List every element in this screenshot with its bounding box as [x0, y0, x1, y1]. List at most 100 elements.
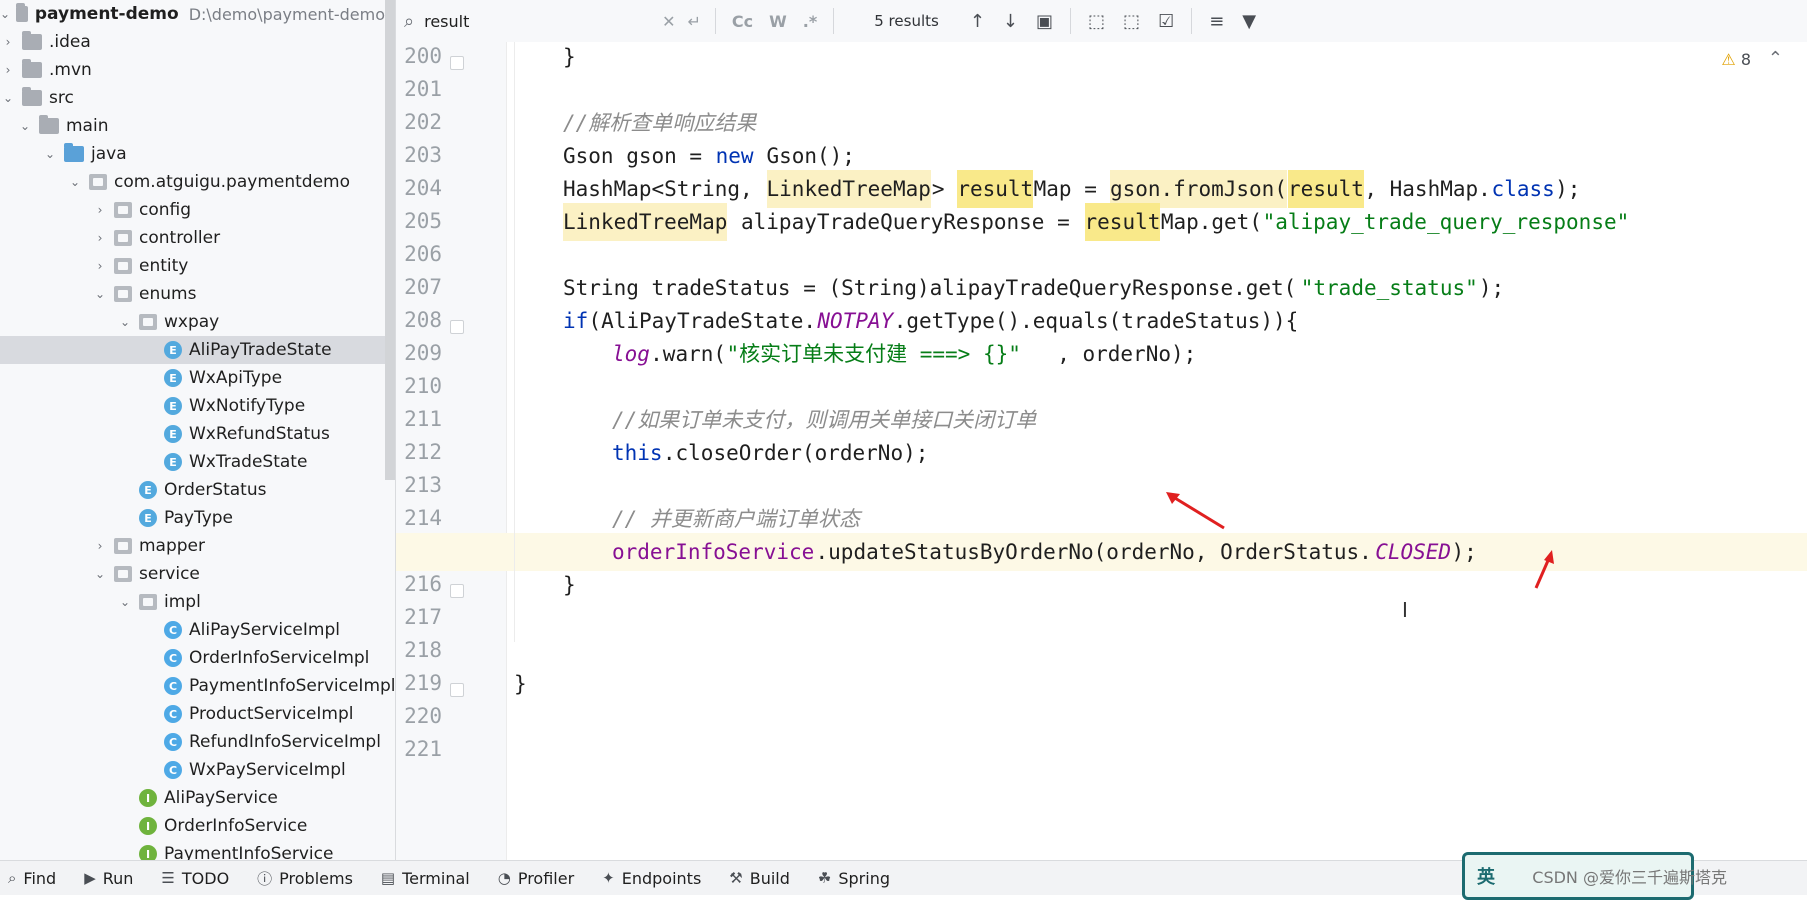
warning-icon: ⚠: [1721, 50, 1736, 69]
new-line-icon[interactable]: ↵: [688, 12, 701, 31]
chevron-down-icon[interactable]: ⌄: [0, 7, 10, 21]
tree-item[interactable]: C AliPayServiceImpl: [0, 616, 395, 644]
tree-item[interactable]: › .mvn: [0, 56, 385, 84]
tree-item[interactable]: › mapper: [0, 532, 395, 560]
build-icon: ⚒: [729, 869, 743, 887]
toolwindow-label: Spring: [838, 868, 890, 888]
toolwindow-todo[interactable]: ☰ TODO: [161, 869, 229, 888]
toolwindow-build[interactable]: ⚒ Build: [729, 869, 790, 888]
chevron-down-icon[interactable]: ⌄: [92, 287, 108, 301]
tree-item[interactable]: C WxPayServiceImpl: [0, 756, 395, 784]
tree-item[interactable]: E AliPayTradeState: [0, 336, 395, 364]
package-icon: [114, 202, 132, 218]
chevron-down-icon[interactable]: ⌄: [117, 315, 133, 329]
chevron-right-icon[interactable]: ›: [92, 259, 108, 273]
clear-icon[interactable]: ✕: [662, 12, 675, 31]
annotation-arrow-icon: [1166, 492, 1225, 530]
tree-item-label: entity: [139, 256, 189, 276]
class-icon: C: [164, 733, 182, 751]
toolwindow-problems[interactable]: ⓘ Problems: [257, 868, 353, 889]
tree-item-label: WxPayServiceImpl: [189, 760, 346, 780]
project-root[interactable]: ⌄ payment-demo D:\demo\payment-demo: [0, 0, 385, 28]
chevron-down-icon[interactable]: ⌄: [17, 119, 33, 133]
tree-item[interactable]: E OrderStatus: [0, 476, 395, 504]
tree-item[interactable]: C OrderInfoServiceImpl: [0, 644, 395, 672]
search-icon[interactable]: ⌕: [404, 11, 414, 32]
tree-item[interactable]: I AliPayService: [0, 784, 395, 812]
project-path: D:\demo\payment-demo: [188, 4, 385, 24]
class-icon: C: [164, 677, 182, 695]
chevron-up-icon[interactable]: ⌃: [1768, 48, 1783, 69]
chevron-down-icon[interactable]: ⌄: [67, 175, 83, 189]
search-input[interactable]: [422, 6, 657, 36]
terminal-icon: ▤: [380, 869, 396, 887]
next-occurrence-icon[interactable]: ↓: [1003, 11, 1018, 32]
tree-item[interactable]: ⌄ java: [0, 140, 395, 168]
tree-item[interactable]: E WxApiType: [0, 364, 395, 392]
tree-item[interactable]: ⌄ wxpay: [0, 308, 395, 336]
ime-label: 英: [1477, 867, 1495, 888]
tree-item[interactable]: ⌄ enums: [0, 280, 395, 308]
toolwindow-label: Run: [102, 868, 134, 888]
tree-item[interactable]: C RefundInfoServiceImpl: [0, 728, 395, 756]
chevron-down-icon[interactable]: ⌄: [92, 567, 108, 581]
tree-item[interactable]: ⌄ service: [0, 560, 395, 588]
add-selection-icon[interactable]: ⬚: [1088, 11, 1105, 32]
chevron-down-icon[interactable]: ⌄: [117, 595, 133, 609]
tree-item[interactable]: ⌄ main: [0, 112, 395, 140]
code-editor[interactable]: 200 201 202 203 204 205 206 207 208 209 210 211 212 2…: [396, 42, 1807, 860]
toolwindow-run[interactable]: ▶ Run: [84, 869, 133, 888]
tree-item-label: WxTradeState: [189, 452, 308, 472]
tree-item[interactable]: › config: [0, 196, 395, 224]
tree-item[interactable]: › .idea: [0, 28, 385, 56]
tree-item-label: AliPayTradeState: [189, 340, 332, 360]
code-line[interactable]: [396, 731, 1807, 769]
chevron-right-icon[interactable]: ›: [92, 539, 108, 553]
folder-icon: [16, 3, 28, 22]
tree-item[interactable]: ⌄ src: [0, 84, 385, 112]
tree-item[interactable]: E WxRefundStatus: [0, 420, 395, 448]
filter-lines-icon[interactable]: ≡: [1209, 11, 1224, 32]
remove-selection-icon[interactable]: ⬚: [1123, 11, 1140, 32]
tree-item[interactable]: E WxTradeState: [0, 448, 395, 476]
tree-item[interactable]: I PaymentInfoService: [0, 840, 395, 860]
select-all-icon[interactable]: ☑: [1158, 11, 1174, 32]
tree-item-label: WxRefundStatus: [189, 424, 330, 444]
tree-item[interactable]: › controller: [0, 224, 395, 252]
tree-item[interactable]: E WxNotifyType: [0, 392, 395, 420]
tree-item[interactable]: E PayType: [0, 504, 395, 532]
sidebar-scrollbar[interactable]: [385, 0, 395, 480]
chevron-right-icon[interactable]: ›: [0, 63, 16, 77]
tree-item-label: enums: [139, 284, 197, 304]
tree-item[interactable]: I OrderInfoService: [0, 812, 395, 840]
open-in-window-icon[interactable]: ▣: [1036, 11, 1053, 32]
chevron-right-icon[interactable]: ›: [92, 231, 108, 245]
tree-item[interactable]: ⌄ impl: [0, 588, 395, 616]
tree-item[interactable]: ⌄ com.atguigu.paymentdemo: [0, 168, 395, 196]
match-case-toggle[interactable]: Cc: [732, 12, 753, 31]
tree-item[interactable]: C ProductServiceImpl: [0, 700, 395, 728]
chevron-down-icon[interactable]: ⌄: [42, 147, 58, 161]
enum-icon: E: [139, 509, 157, 527]
enum-icon: E: [164, 425, 182, 443]
toolwindow-profiler[interactable]: ◔ Profiler: [498, 869, 574, 888]
prev-occurrence-icon[interactable]: ↑: [970, 11, 985, 32]
package-icon: [114, 538, 132, 554]
toolwindow-find[interactable]: ⌕ Find: [8, 869, 56, 888]
warnings-indicator[interactable]: ⚠ 8: [1721, 50, 1751, 69]
tree-item[interactable]: › entity: [0, 252, 395, 280]
annotation-arrow-icon: [1534, 550, 1554, 589]
tree-item-label: .idea: [49, 32, 91, 52]
chevron-down-icon[interactable]: ⌄: [0, 91, 16, 105]
toolwindow-spring[interactable]: ☘ Spring: [818, 869, 890, 888]
regex-toggle[interactable]: .*: [803, 12, 817, 31]
toolwindow-terminal[interactable]: ▤ Terminal: [381, 869, 470, 888]
words-toggle[interactable]: W: [769, 12, 787, 31]
tree-item[interactable]: C PaymentInfoServiceImpl: [0, 672, 395, 700]
interface-icon: I: [139, 817, 157, 835]
chevron-right-icon[interactable]: ›: [92, 203, 108, 217]
chevron-right-icon[interactable]: ›: [0, 35, 16, 49]
interface-icon: I: [139, 789, 157, 807]
filter-icon[interactable]: ▼: [1242, 11, 1256, 32]
toolwindow-endpoints[interactable]: ✦ Endpoints: [602, 869, 701, 888]
